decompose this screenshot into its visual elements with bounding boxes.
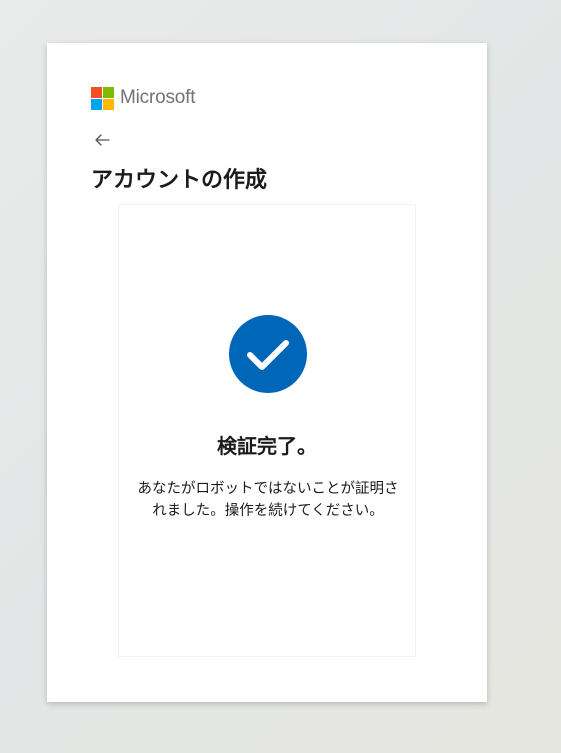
verification-panel: 検証完了。 あなたがロボットではないことが証明されました。操作を続けてください。 — [118, 204, 416, 657]
verification-complete-title: 検証完了。 — [217, 434, 317, 458]
brand-name: Microsoft — [120, 87, 196, 108]
logo-yellow-square — [103, 98, 114, 110]
page-title: アカウントの作成 — [91, 168, 268, 193]
arrow-left-icon — [95, 134, 110, 146]
verification-message: あなたがロボットではないことが証明されました。操作を続けてください。 — [137, 481, 399, 519]
microsoft-logo: Microsoft — [91, 86, 195, 110]
logo-green-square — [103, 86, 114, 98]
logo-red-square — [91, 86, 102, 98]
microsoft-logo-icon — [91, 86, 114, 110]
check-circle-icon — [229, 315, 307, 393]
back-button[interactable] — [93, 131, 113, 149]
logo-blue-square — [91, 98, 102, 110]
signup-card: Microsoft アカウントの作成 検証完了。 あなたがロボットではないことが… — [47, 43, 487, 702]
